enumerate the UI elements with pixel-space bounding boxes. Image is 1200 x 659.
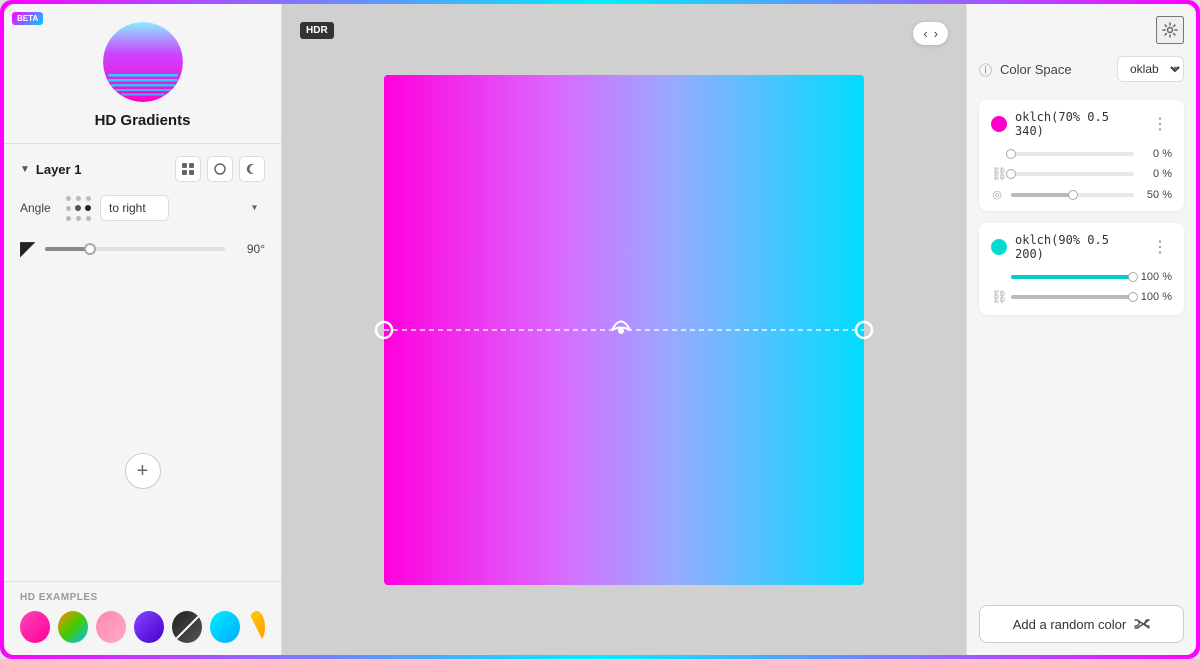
example-5[interactable]: [172, 611, 202, 643]
color-space-label: Color Space: [1000, 62, 1109, 77]
layer-circle-btn[interactable]: [207, 156, 233, 182]
select-chevron-icon: ▾: [252, 203, 257, 214]
mini-slider-row-2-2: ⛓ 100 %: [991, 289, 1172, 305]
settings-button[interactable]: [1156, 16, 1184, 44]
color-stop-1: oklch(70% 0.5 340) ⋮ 0 %: [979, 100, 1184, 211]
app-logo: [103, 22, 183, 102]
mini-slider-value-1-3: 50 %: [1142, 189, 1172, 201]
color-dot-2[interactable]: [991, 239, 1007, 255]
mini-slider-row-2-1: 100 %: [991, 271, 1172, 283]
color-name-2: oklch(90% 0.5 200): [1015, 233, 1140, 261]
right-header: [979, 16, 1184, 44]
dots-grid[interactable]: [64, 194, 92, 222]
mini-slider-fill-1-3: [1011, 193, 1073, 197]
mini-slider-thumb-1-2: [1006, 169, 1016, 179]
dot-8: [76, 216, 81, 221]
examples-label: HD EXAMPLES: [20, 592, 265, 603]
dot-7: [66, 216, 71, 221]
beta-badge: BETA: [12, 12, 43, 25]
layer-header-left: ▼ Layer 1: [20, 162, 81, 177]
direction-select[interactable]: to right to left to top to bottom: [100, 195, 169, 221]
mini-slider-row-1-3: ◎ 50 %: [991, 188, 1172, 201]
mini-slider-thumb-1-3: [1068, 190, 1078, 200]
layer-header: ▼ Layer 1: [20, 156, 265, 182]
mini-slider-fill-2-2: [1011, 295, 1133, 299]
left-panel: BETA: [4, 4, 282, 655]
layer-icons: [175, 156, 265, 182]
angle-slider-thumb: [84, 243, 96, 255]
mini-slider-row-1-2: ⛓ 0 %: [991, 166, 1172, 182]
mini-slider-value-2-1: 100 %: [1141, 271, 1172, 283]
color-stop-2-header: oklch(90% 0.5 200) ⋮: [991, 233, 1172, 261]
link-icon-2: ⛓: [991, 289, 1003, 305]
color-name-1: oklch(70% 0.5 340): [1015, 110, 1140, 138]
dot-5-center: [75, 205, 81, 211]
layer-name: Layer 1: [36, 162, 82, 177]
angle-value: 90°: [235, 242, 265, 256]
dot-6: [85, 205, 91, 211]
midpoint-icon-1: ◎: [991, 188, 1003, 201]
mini-slider-track-2-2[interactable]: [1011, 295, 1133, 299]
color-stop-1-header: oklch(70% 0.5 340) ⋮: [991, 110, 1172, 138]
layer-moon-btn[interactable]: [239, 156, 265, 182]
dot-1: [66, 196, 71, 201]
example-4[interactable]: [134, 611, 164, 643]
mini-slider-fill-2-1: [1011, 275, 1133, 279]
next-arrow-icon: ›: [934, 26, 938, 41]
mini-slider-value-1-2: 0 %: [1142, 168, 1172, 180]
mini-slider-thumb-1-1: [1006, 149, 1016, 159]
color-space-select[interactable]: oklab srgb hsl oklch: [1117, 56, 1184, 82]
angle-row: Angle to right: [20, 194, 265, 222]
dot-9: [86, 216, 91, 221]
color-stop-2: oklch(90% 0.5 200) ⋮ 100 %: [979, 223, 1184, 315]
dot-4: [66, 206, 71, 211]
hdr-badge: HDR: [300, 22, 334, 39]
examples-section: HD EXAMPLES: [4, 581, 281, 655]
layer-section: ▼ Layer 1: [4, 144, 281, 581]
mini-slider-track-1-3[interactable]: [1011, 193, 1134, 197]
app-title: HD Gradients: [95, 112, 191, 129]
prev-arrow-icon: ‹: [923, 26, 927, 41]
dot-2: [76, 196, 81, 201]
shuffle-icon: [1134, 616, 1150, 632]
angle-slider-row: ◤ 90°: [20, 236, 265, 261]
more-options-2[interactable]: ⋮: [1148, 237, 1172, 257]
example-6[interactable]: [210, 611, 240, 643]
mini-slider-value-1-1: 0 %: [1142, 148, 1172, 160]
mini-slider-thumb-2-1: [1128, 272, 1138, 282]
more-options-1[interactable]: ⋮: [1148, 114, 1172, 134]
gradient-preview[interactable]: [384, 75, 864, 585]
dot-3: [86, 196, 91, 201]
canvas-area: HDR ‹ ›: [282, 4, 966, 655]
info-icon: ⓘ: [979, 60, 992, 79]
angle-slider-track[interactable]: [45, 247, 225, 251]
layer-grid-btn[interactable]: [175, 156, 201, 182]
mini-slider-track-1-1[interactable]: [1011, 152, 1134, 156]
add-random-color-button[interactable]: Add a random color: [979, 605, 1184, 643]
logo-section: HD Gradients: [4, 4, 281, 144]
color-dot-1[interactable]: [991, 116, 1007, 132]
angle-shape-icon: ◤: [20, 236, 35, 261]
right-panel: ⓘ Color Space oklab srgb hsl oklch ▾ okl…: [966, 4, 1196, 655]
mini-slider-thumb-2-2: [1128, 292, 1138, 302]
example-3[interactable]: [96, 611, 126, 643]
examples-row: [20, 611, 265, 643]
link-icon-1: ⛓: [991, 166, 1003, 182]
example-2[interactable]: [58, 611, 88, 643]
layer-chevron-icon[interactable]: ▼: [20, 164, 30, 175]
add-layer-button[interactable]: +: [125, 453, 161, 489]
example-7[interactable]: [248, 611, 265, 643]
mini-slider-value-2-2: 100 %: [1141, 291, 1172, 303]
mini-slider-row-1-1: 0 %: [991, 148, 1172, 160]
mini-slider-track-1-2[interactable]: [1011, 172, 1134, 176]
add-random-label: Add a random color: [1013, 617, 1126, 632]
slider-group-2: 100 % ⛓ 100 %: [991, 271, 1172, 305]
mini-slider-track-2-1[interactable]: [1011, 275, 1133, 279]
angle-label: Angle: [20, 201, 56, 215]
color-space-row: ⓘ Color Space oklab srgb hsl oklch ▾: [979, 56, 1184, 82]
direction-select-wrapper: to right to left to top to bottom ▾: [100, 195, 265, 221]
slider-group-1: 0 % ⛓ 0 % ◎: [991, 148, 1172, 201]
nav-arrows[interactable]: ‹ ›: [913, 22, 948, 45]
example-1[interactable]: [20, 611, 50, 643]
